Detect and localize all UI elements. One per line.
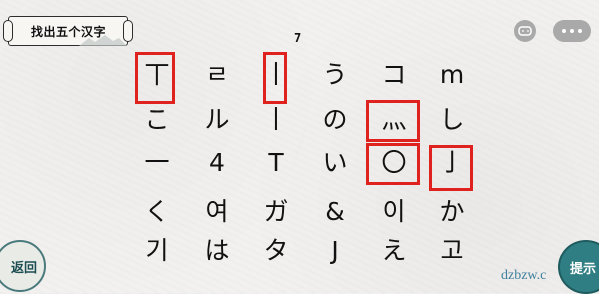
grid-cell[interactable]: 4 [187, 142, 247, 182]
grid-cell[interactable]: 丨 [246, 99, 306, 139]
grid-cell[interactable]: う [305, 54, 365, 94]
grid-cell-found[interactable]: 丅 [127, 52, 187, 104]
gamepad-icon [518, 26, 532, 36]
grid-cell-found[interactable]: 丨 [246, 52, 306, 104]
grid-cell[interactable]: 이 [364, 191, 424, 231]
grid-cell[interactable]: J [305, 230, 365, 270]
grid-cell[interactable]: & [305, 191, 365, 231]
grid-cell[interactable]: え [364, 230, 424, 270]
grid-cell[interactable]: ル [187, 99, 247, 139]
more-button[interactable] [553, 20, 591, 42]
back-button-label: 返回 [10, 260, 37, 276]
hint-button-label: 提示 [570, 261, 597, 277]
grid-cell-found[interactable]: 亅 [422, 142, 482, 191]
mountain-decoration-icon [79, 35, 127, 46]
more-icon-dot [578, 29, 582, 33]
grid-cell[interactable]: か [422, 191, 482, 231]
title-scroll: 找出五个汉字 [3, 16, 133, 46]
grid-cell-found[interactable]: 灬 [364, 99, 424, 142]
grid-cell[interactable]: の [305, 99, 365, 139]
grid-cell[interactable]: は [187, 230, 247, 270]
hint-button[interactable]: 提示 [558, 240, 599, 294]
more-icon-dot [570, 29, 574, 33]
back-button[interactable]: 返回 [0, 240, 46, 292]
grid-cell[interactable]: タ [246, 230, 306, 270]
grid-cell[interactable]: ガ [246, 191, 306, 231]
grid-cell[interactable]: T [246, 142, 306, 182]
watermark: dzbzw.c [501, 268, 547, 283]
grid-cell[interactable]: く [127, 191, 187, 231]
grid-cell[interactable]: m [422, 54, 482, 94]
grid-cell[interactable]: コ [364, 54, 424, 94]
grid-cell[interactable]: 一 [127, 142, 187, 182]
grid-cell[interactable]: い [305, 142, 365, 182]
grid-cell[interactable]: 기 [127, 230, 187, 270]
grid-cell[interactable]: こ [127, 99, 187, 139]
found-counter: 7 [294, 31, 302, 45]
grid-cell[interactable]: 여 [187, 191, 247, 231]
gamepad-button[interactable] [514, 20, 536, 42]
grid-cell[interactable]: 고 [422, 230, 482, 270]
more-icon [562, 29, 566, 33]
grid-cell[interactable]: し [422, 99, 482, 139]
grid-cell-found[interactable]: 〇 [364, 142, 424, 185]
grid-cell[interactable]: ㄹ [187, 54, 247, 94]
